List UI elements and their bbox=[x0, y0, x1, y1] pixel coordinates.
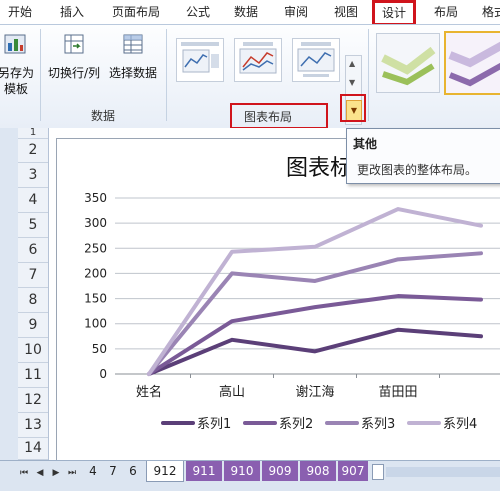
tab-home[interactable]: 开始 bbox=[0, 2, 40, 22]
y-tick-label: 200 bbox=[84, 266, 107, 280]
ribbon-tab-bar: 开始 插入 页面布局 公式 数据 审阅 视图 设计 布局 格式 bbox=[0, 0, 500, 26]
first-sheet-icon[interactable]: ⏮ bbox=[18, 468, 30, 482]
style-2-preview-icon bbox=[448, 41, 500, 87]
x-tick-label: 苗田田 bbox=[378, 385, 417, 400]
prev-sheet-icon[interactable]: ◀ bbox=[34, 468, 46, 482]
sheet-tab[interactable]: 909 bbox=[262, 461, 298, 481]
row-header-10[interactable]: 10 bbox=[18, 338, 48, 363]
tab-page-layout[interactable]: 页面布局 bbox=[104, 2, 168, 22]
sheet-tab[interactable]: 910 bbox=[224, 461, 260, 481]
tab-insert[interactable]: 插入 bbox=[54, 2, 90, 22]
y-tick-label: 300 bbox=[84, 216, 107, 230]
chart-style-2-thumbnail[interactable] bbox=[444, 31, 500, 95]
group-separator bbox=[368, 29, 369, 121]
row-header-9[interactable]: 9 bbox=[18, 313, 48, 338]
sheet-tab[interactable]: 907 bbox=[338, 461, 368, 481]
more-layouts-tooltip: 其他 更改图表的整体布局。 bbox=[346, 128, 500, 184]
save-as-template-button[interactable]: 另存为 模板 bbox=[0, 31, 38, 97]
sheet-tab[interactable]: 908 bbox=[300, 461, 336, 481]
sheet-tab-bar: ⏮ ◀ ▶ ⏭ 4 7 6 912 911 910 909 908 907 bbox=[0, 460, 500, 491]
scroll-down-icon[interactable]: ▼ bbox=[349, 78, 355, 87]
row-header-3[interactable]: 3 bbox=[18, 163, 48, 188]
switch-row-column-icon bbox=[64, 34, 84, 54]
layout-2-preview-icon bbox=[239, 42, 277, 74]
row-header-12[interactable]: 12 bbox=[18, 388, 48, 413]
group-separator bbox=[166, 29, 167, 121]
tab-layout[interactable]: 布局 bbox=[428, 2, 464, 22]
sheet-tab[interactable]: 6 bbox=[124, 461, 142, 481]
select-data-button[interactable]: 选择数据 bbox=[106, 31, 160, 81]
legend-label-1: 系列1 bbox=[197, 417, 231, 432]
horizontal-scrollbar[interactable] bbox=[386, 467, 500, 477]
row-headers: 1 2 3 4 5 6 7 8 9 10 11 12 13 14 bbox=[18, 128, 49, 460]
highlight-layout-group-label bbox=[230, 103, 328, 129]
row-header-1[interactable]: 1 bbox=[18, 128, 48, 139]
switch-row-column-button[interactable]: 切换行/列 bbox=[44, 31, 104, 81]
y-tick-label: 100 bbox=[84, 317, 107, 331]
tooltip-title: 其他 bbox=[353, 137, 378, 151]
switch-row-column-label: 切换行/列 bbox=[47, 66, 101, 80]
y-tick-label: 250 bbox=[84, 241, 107, 255]
left-frame bbox=[0, 128, 19, 460]
sheet-tab-active[interactable]: 912 bbox=[146, 461, 184, 482]
save-template-label-2: 模板 bbox=[3, 82, 28, 96]
series-line-1 bbox=[147, 327, 483, 376]
layout-1-preview-icon bbox=[181, 42, 219, 73]
chart-layout-2-thumbnail[interactable] bbox=[234, 38, 282, 82]
row-header-13[interactable]: 13 bbox=[18, 413, 48, 438]
chart-template-icon bbox=[4, 34, 26, 54]
legend-label-3: 系列3 bbox=[361, 417, 395, 432]
row-header-8[interactable]: 8 bbox=[18, 288, 48, 313]
scroll-up-icon[interactable]: ▲ bbox=[349, 59, 355, 68]
select-data-label: 选择数据 bbox=[108, 66, 157, 80]
layout-3-preview-icon bbox=[297, 42, 335, 77]
row-header-4[interactable]: 4 bbox=[18, 188, 48, 213]
sheet-tab[interactable]: 7 bbox=[104, 461, 122, 481]
highlight-more-button bbox=[340, 94, 366, 122]
select-data-icon bbox=[123, 34, 143, 54]
next-sheet-icon[interactable]: ▶ bbox=[50, 468, 62, 482]
tab-view[interactable]: 视图 bbox=[328, 2, 364, 22]
legend-label-4: 系列4 bbox=[443, 417, 477, 432]
chart-layout-1-thumbnail[interactable] bbox=[176, 38, 224, 82]
tab-review[interactable]: 审阅 bbox=[278, 2, 314, 22]
chart-style-1-thumbnail[interactable] bbox=[376, 33, 440, 93]
last-sheet-icon[interactable]: ⏭ bbox=[66, 468, 78, 482]
style-1-preview-icon bbox=[381, 46, 436, 86]
y-tick-label: 50 bbox=[92, 342, 107, 356]
tab-data[interactable]: 数据 bbox=[228, 2, 264, 22]
x-tick-label: 谢江海 bbox=[295, 384, 334, 400]
legend-label-2: 系列2 bbox=[279, 417, 313, 432]
group-separator bbox=[40, 29, 41, 121]
x-tick-label: 高山 bbox=[219, 384, 245, 400]
x-tick-label: 姓名 bbox=[136, 384, 162, 400]
y-tick-label: 0 bbox=[99, 367, 107, 381]
row-header-2[interactable]: 2 bbox=[18, 139, 48, 163]
y-tick-label: 150 bbox=[84, 292, 107, 306]
chart-area[interactable]: 图表标 0 50 100 150 200 250 300 350 姓名 高山 谢江海 苗田田系列1 系列2… bbox=[56, 138, 500, 462]
tooltip-body: 更改图表的整体布局。 bbox=[357, 163, 478, 177]
y-tick-label: 350 bbox=[84, 191, 107, 205]
tab-formulas[interactable]: 公式 bbox=[180, 2, 216, 22]
series-line-2 bbox=[147, 294, 483, 376]
row-header-6[interactable]: 6 bbox=[18, 238, 48, 263]
chart-layout-3-thumbnail[interactable] bbox=[292, 38, 340, 82]
tab-design[interactable]: 设计 bbox=[372, 0, 416, 26]
horizontal-scroll-left[interactable] bbox=[372, 464, 384, 480]
ribbon-body: 另存为 模板 切换行/列 选择数据 数据 ▲ ▼ ▼ 图表布局 bbox=[0, 25, 500, 129]
row-header-5[interactable]: 5 bbox=[18, 213, 48, 238]
series-line-3 bbox=[147, 251, 483, 376]
sheet-tab[interactable]: 911 bbox=[186, 461, 222, 481]
tab-format[interactable]: 格式 bbox=[476, 2, 500, 22]
row-header-11[interactable]: 11 bbox=[18, 363, 48, 388]
sheet-tab[interactable]: 4 bbox=[84, 461, 102, 481]
row-header-7[interactable]: 7 bbox=[18, 263, 48, 288]
save-template-label-1: 另存为 bbox=[0, 66, 34, 80]
chart-title: 图表标 bbox=[286, 156, 352, 181]
data-group-label: 数据 bbox=[90, 109, 115, 123]
row-header-14[interactable]: 14 bbox=[18, 438, 48, 460]
line-chart: 图表标 0 50 100 150 200 250 300 350 姓名 高山 谢江海 苗田田系列1 系列2… bbox=[84, 156, 500, 432]
